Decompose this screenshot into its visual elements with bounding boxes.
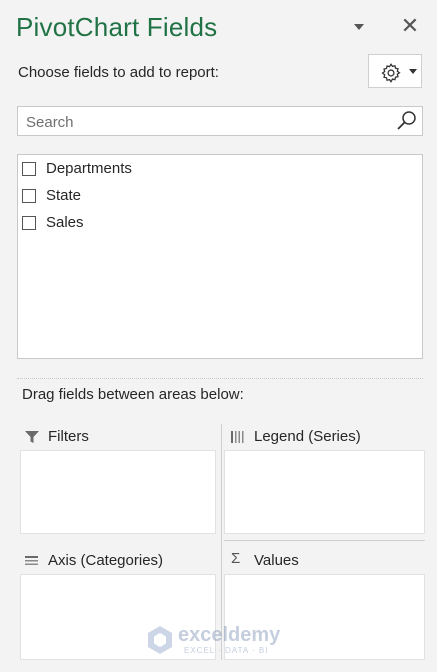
values-label: Values: [254, 552, 299, 569]
chevron-down-icon: [409, 69, 417, 74]
field-list: Departments State Sales: [17, 154, 423, 359]
field-checkbox[interactable]: [22, 162, 36, 176]
filters-label: Filters: [48, 428, 89, 445]
choose-fields-label: Choose fields to add to report:: [18, 64, 219, 81]
task-pane-options-dropdown[interactable]: [352, 20, 366, 34]
panel-title: PivotChart Fields: [16, 12, 218, 42]
watermark-logo: exceldemy EXCEL · DATA · BI: [146, 622, 296, 662]
field-checkbox[interactable]: [22, 189, 36, 203]
sigma-icon: Σ: [231, 550, 241, 567]
values-area-header: Σ Values: [226, 550, 425, 572]
axis-label: Axis (Categories): [48, 552, 164, 569]
search-icon[interactable]: [396, 110, 418, 132]
legend-area-header: Legend (Series): [226, 426, 425, 448]
area-divider-horizontal: [224, 540, 425, 541]
field-label: Sales: [46, 214, 84, 231]
drag-fields-label: Drag fields between areas below:: [22, 386, 244, 403]
filters-area-header: Filters: [20, 426, 216, 448]
columns-icon: [231, 431, 244, 443]
logo-icon: [148, 626, 172, 654]
watermark-text: exceldemy: [178, 624, 281, 646]
close-button[interactable]: ✕: [399, 14, 421, 38]
legend-label: Legend (Series): [254, 428, 361, 445]
axis-area-header: Axis (Categories): [20, 550, 216, 572]
field-label: Departments: [46, 160, 132, 177]
tools-button[interactable]: [368, 54, 422, 88]
search-input[interactable]: [24, 110, 388, 134]
field-label: State: [46, 187, 82, 204]
legend-drop-zone[interactable]: [224, 450, 425, 534]
gear-icon: [381, 63, 401, 83]
filters-drop-zone[interactable]: [20, 450, 216, 534]
field-item-state[interactable]: State: [22, 186, 322, 208]
search-box: [17, 106, 423, 136]
field-item-departments[interactable]: Departments: [22, 159, 322, 181]
filter-icon: [25, 431, 39, 443]
field-item-sales[interactable]: Sales: [22, 213, 322, 235]
rows-icon: [25, 556, 38, 565]
field-checkbox[interactable]: [22, 216, 36, 230]
watermark-tagline: EXCEL · DATA · BI: [184, 646, 269, 655]
splitter[interactable]: [17, 378, 423, 379]
